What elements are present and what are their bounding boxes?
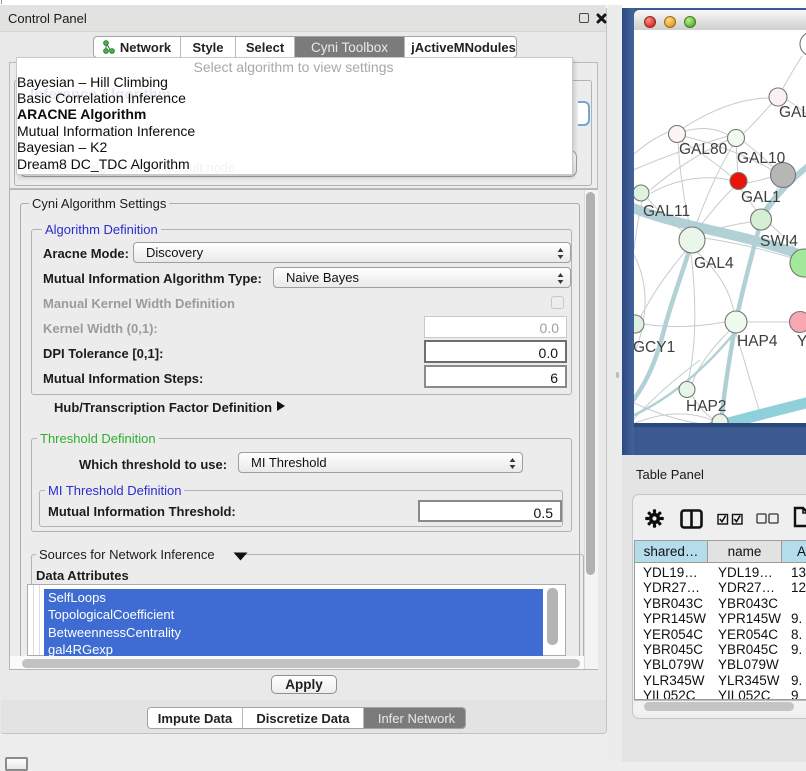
svg-text:GAL10: GAL10 <box>737 150 786 167</box>
svg-text:HAP2: HAP2 <box>686 398 727 415</box>
svg-text:GCY1: GCY1 <box>634 339 675 356</box>
svg-text:GAL7: GAL7 <box>779 104 806 121</box>
svg-text:SWI4: SWI4 <box>760 233 798 250</box>
svg-text:GAL80: GAL80 <box>679 141 728 158</box>
svg-text:Y: Y <box>797 333 806 350</box>
svg-text:GAL11: GAL11 <box>643 203 690 220</box>
svg-text:GAL4: GAL4 <box>694 255 734 272</box>
svg-text:GAL1: GAL1 <box>741 189 781 206</box>
svg-text:HAP4: HAP4 <box>737 333 778 350</box>
